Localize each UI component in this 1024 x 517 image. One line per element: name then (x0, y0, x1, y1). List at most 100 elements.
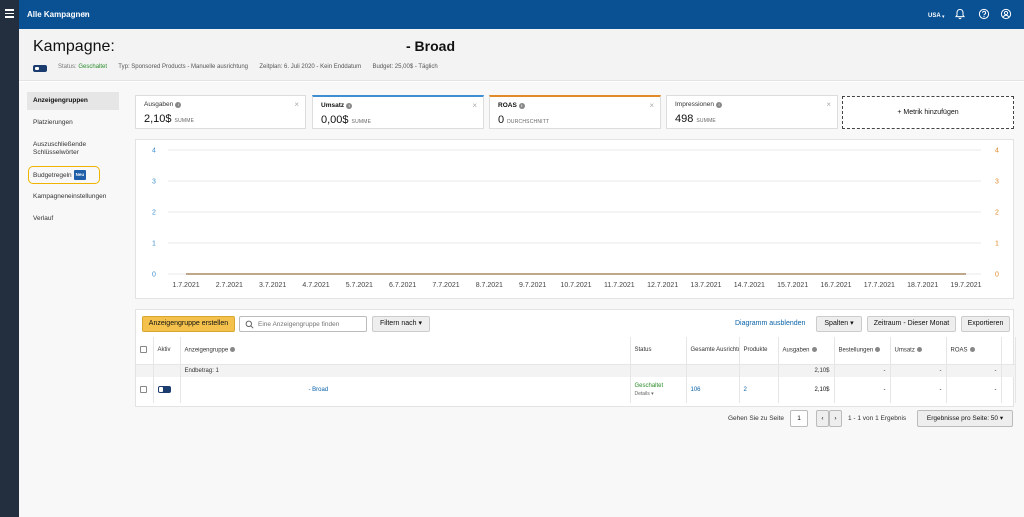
y-tick-left: 3 (152, 179, 156, 186)
campaign-active-toggle[interactable] (33, 65, 47, 72)
column-header[interactable]: Produkte (739, 337, 779, 365)
sidebar-item-negative-keywords[interactable]: Auszuschließende Schlüsselwörter (27, 136, 119, 162)
close-icon[interactable]: × (826, 100, 831, 109)
info-icon (875, 347, 881, 352)
row-roas: - (946, 377, 1002, 403)
columns-button[interactable]: Spalten ▾ (816, 316, 862, 332)
column-header[interactable]: Anzeigengruppe (180, 337, 631, 365)
search-icon (245, 320, 254, 329)
column-header[interactable]: Umsatz (890, 337, 947, 365)
marketplace-caret-icon[interactable]: ▾ (942, 14, 945, 20)
per-page-select[interactable]: Ergebnisse pro Seite: 50 ▾ (917, 410, 1013, 427)
metric-label: Ausgaben i (144, 101, 182, 108)
metric-card-ausgaben[interactable]: Ausgaben i 2,10$ SUMME × (135, 95, 306, 129)
bell-icon[interactable] (954, 8, 966, 20)
metric-value: 2,10$ SUMME (144, 113, 195, 125)
column-header[interactable]: Gesamte Ausrichtung (686, 337, 740, 365)
column-header[interactable]: Aktiv (153, 337, 181, 365)
performance-chart: 0 1 2 3 4 0 1 2 3 4 1.7.2021 2.7.2021 3.7.2021 4.7.20… (135, 139, 1014, 299)
total-ausgaben: 2,10$ (778, 364, 835, 377)
row-status: Geschaltet Details ▾ (630, 377, 687, 403)
info-icon: i (716, 102, 723, 108)
marketplace-selector[interactable]: USA (928, 13, 941, 19)
sidebar-item-campaign-settings[interactable]: Kampagneneinstellungen (27, 188, 119, 206)
x-tick-label: 3.7.2021 (259, 282, 286, 289)
status-value: Geschaltet (78, 64, 108, 70)
column-header[interactable]: ROAS (946, 337, 1002, 365)
column-header[interactable]: Status (630, 337, 687, 365)
breadcrumb-chevron-icon: > (83, 10, 88, 19)
x-tick-label: 8.7.2021 (476, 282, 503, 289)
new-badge: Neu (73, 170, 87, 180)
total-label: Endbetrag: 1 (180, 364, 631, 377)
x-tick-label: 19.7.2021 (950, 282, 981, 289)
ad-group-name-link[interactable]: - Broad (180, 377, 631, 403)
campaign-name: - Broad (406, 38, 455, 54)
column-header[interactable]: Ausgaben (778, 337, 835, 365)
x-tick-label: 14.7.2021 (734, 282, 765, 289)
metric-card-roas[interactable]: ROAS i 0 DURCHSCHNITT × (489, 95, 661, 129)
close-icon[interactable]: × (649, 101, 654, 110)
select-all-checkbox[interactable] (140, 345, 147, 353)
create-ad-group-button[interactable]: Anzeigengruppe erstellen (142, 316, 235, 332)
table-row: - Broad Geschaltet Details ▾ 106 2 2,10$ … (136, 377, 1016, 403)
x-tick-label: 9.7.2021 (519, 282, 546, 289)
help-icon[interactable] (978, 8, 990, 20)
date-range-button[interactable]: Zeitraum - Dieser Monat (867, 316, 956, 332)
hide-chart-link[interactable]: Diagramm ausblenden (735, 320, 805, 327)
result-count: 1 - 1 von 1 Ergebnis (848, 415, 907, 422)
x-tick-label: 12.7.2021 (647, 282, 678, 289)
select-all-cell[interactable] (136, 337, 154, 365)
export-button[interactable]: Exportieren (961, 316, 1010, 332)
close-icon[interactable]: × (294, 100, 299, 109)
prev-page-button[interactable]: ‹ (816, 410, 829, 427)
top-navigation-bar: Alle Kampagnen > USA ▾ (19, 0, 1024, 29)
table-header-row: Aktiv Anzeigengruppe Status Gesamte Ausr… (136, 337, 1016, 365)
next-page-button[interactable]: › (829, 410, 842, 427)
metric-card-umsatz[interactable]: Umsatz i 0,00$ SUMME × (312, 95, 484, 129)
pagination: Gehen Sie zu Seite 1 ‹ › 1 - 1 von 1 Erg… (135, 410, 1014, 428)
metric-label: ROAS i (498, 102, 525, 109)
page-input[interactable]: 1 (790, 410, 808, 427)
filter-button[interactable]: Filtern nach ▾ (372, 316, 430, 332)
hamburger-menu-icon[interactable] (5, 9, 14, 18)
metric-label: Umsatz i (321, 102, 353, 109)
add-metric-button[interactable]: + Metrik hinzufügen (842, 96, 1014, 129)
main-content: Anzeigengruppen Platzierungen Auszuschli… (19, 82, 1024, 517)
y-tick-left: 4 (152, 148, 156, 155)
ad-group-search[interactable] (239, 316, 367, 332)
sidebar-item-ad-groups[interactable]: Anzeigengruppen (27, 92, 119, 110)
x-tick-label: 11.7.2021 (604, 282, 635, 289)
x-tick-label: 17.7.2021 (864, 282, 895, 289)
metric-card-impressionen[interactable]: Impressionen i 498 SUMME × (666, 95, 838, 129)
ad-groups-panel: Anzeigengruppe erstellen Filtern nach ▾ … (135, 309, 1016, 407)
x-tick-label: 6.7.2021 (389, 282, 416, 289)
close-icon[interactable]: × (472, 101, 477, 110)
y-tick-right: 3 (995, 179, 999, 186)
column-header[interactable]: Bestellungen (834, 337, 891, 365)
campaign-meta: Status: Geschaltet Typ: Sponsored Produc… (58, 64, 438, 70)
ad-groups-table: Aktiv Anzeigengruppe Status Gesamte Ausr… (136, 337, 1016, 403)
metric-value: 0 DURCHSCHNITT (498, 114, 550, 126)
row-targeting[interactable]: 106 (686, 377, 740, 403)
account-icon[interactable] (1000, 8, 1012, 20)
metric-value: 0,00$ SUMME (321, 114, 372, 126)
sidebar-item-history[interactable]: Verlauf (27, 210, 119, 228)
breadcrumb-all-campaigns[interactable]: Alle Kampagnen (27, 10, 90, 19)
x-tick-label: 18.7.2021 (907, 282, 938, 289)
row-checkbox[interactable] (140, 385, 147, 393)
sidebar-item-placements[interactable]: Platzierungen (27, 114, 119, 132)
total-bestellungen: - (834, 364, 891, 377)
row-ausgaben: 2,10$ (778, 377, 835, 403)
row-products[interactable]: 2 (739, 377, 779, 403)
row-active-toggle[interactable] (157, 385, 171, 393)
y-tick-left: 1 (152, 241, 156, 248)
total-umsatz: - (890, 364, 947, 377)
search-input[interactable] (258, 319, 364, 329)
sidebar-item-budget-rules[interactable]: Budgetregeln Neu (28, 166, 100, 184)
x-tick-label: 16.7.2021 (820, 282, 851, 289)
info-icon: i (518, 103, 525, 109)
details-dropdown[interactable]: Details ▾ (635, 391, 682, 397)
campaign-type: Typ: Sponsored Products - Manuelle ausri… (118, 64, 249, 70)
page-title: Kampagne: (33, 38, 115, 55)
